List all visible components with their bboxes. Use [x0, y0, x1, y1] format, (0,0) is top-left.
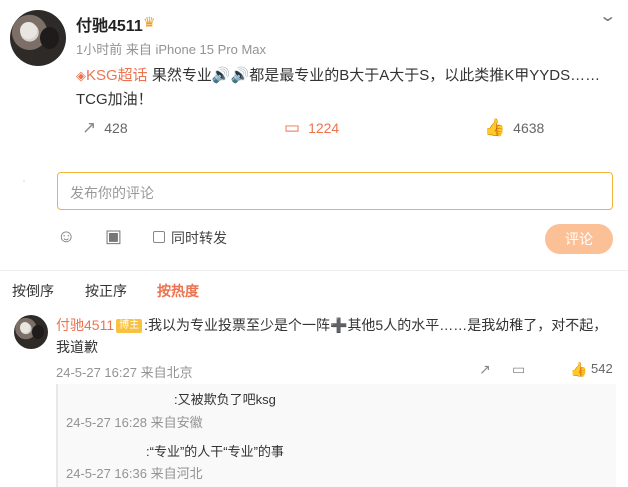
reply-list: :又被欺负了吧ksg 24-5-27 16:28 来自安徽 :“专业”的人干“专… — [56, 384, 616, 487]
reply-source: 来自安徽 — [150, 415, 203, 430]
repost-count: 428 — [104, 120, 128, 136]
author-name[interactable]: 付驰4511 — [76, 12, 143, 36]
decorative-dot: · — [22, 173, 26, 187]
post-meta: 1小时前 来自 iPhone 15 Pro Max — [76, 39, 266, 58]
reply-meta: 24-5-27 16:28 来自安徽 — [66, 412, 203, 431]
commenter-avatar[interactable] — [14, 315, 48, 349]
post-source: 来自 iPhone 15 Pro Max — [125, 42, 267, 57]
composer-tools: ☺ ▣ 同时转发 评论 — [57, 224, 613, 254]
comment-meta: 24-5-27 16:27 来自北京 — [56, 362, 193, 381]
sort-order-tab[interactable]: 按正序 — [85, 281, 127, 301]
share-icon[interactable]: ↗ — [479, 361, 491, 378]
topic-link[interactable]: KSG超话 — [86, 67, 148, 84]
reply-icon[interactable]: ▭ — [512, 361, 525, 378]
reply-text: :又被欺负了吧ksg — [174, 392, 276, 407]
comment-time: 24-5-27 16:27 — [56, 365, 137, 380]
reply-time: 24-5-27 16:36 — [66, 466, 147, 481]
reply-meta: 24-5-27 16:36 来自河北 — [66, 463, 203, 482]
chevron-down-icon[interactable]: ⌄ — [598, 6, 617, 26]
like-icon: 👍 — [484, 118, 506, 137]
commenter-name[interactable]: 付驰4511 — [56, 317, 114, 333]
repost-icon: ↗ — [82, 118, 97, 137]
comment-button[interactable]: ▭ 1224 — [284, 118, 339, 138]
divider — [0, 270, 628, 271]
comment-source: 来自北京 — [140, 365, 193, 380]
image-icon[interactable]: ▣ — [105, 226, 122, 247]
comment-icon: ▭ — [284, 118, 301, 137]
repost-button[interactable]: ↗ 428 — [82, 118, 128, 138]
comment-text-a: :我以为专业投票至少是个一阵 — [144, 317, 330, 333]
like-count: 4638 — [513, 120, 545, 136]
comment-text: 付驰4511 博主:我以为专业投票至少是个一阵➕其他5人的水平……是我幼稚了，对不… — [56, 314, 616, 358]
post-actions: ↗ 428 ▭ 1224 👍 4638 — [76, 118, 616, 144]
comment-count: 1224 — [308, 120, 340, 136]
sort-hot-tab[interactable]: 按热度 — [157, 281, 199, 301]
comment-like-count: 542 — [591, 361, 613, 376]
post-text-line2: TCG加油！ — [76, 91, 153, 108]
reply-source: 来自河北 — [150, 466, 203, 481]
comment-input[interactable]: 发布你的评论 — [57, 172, 613, 210]
post-time[interactable]: 1小时前 — [76, 42, 122, 57]
author-badge: 博主 — [116, 319, 143, 333]
like-button[interactable]: 👍 4638 — [484, 118, 544, 138]
reply-text: :“专业”的人干“专业”的事 — [146, 444, 284, 459]
post-text-line1: 果然专业🔊🔊都是最专业的B大于A大于S，以此类推K甲YYDS…… — [147, 67, 601, 84]
sort-reverse-tab[interactable]: 按倒序 — [12, 281, 54, 301]
topic-icon: ◈ — [76, 68, 86, 83]
repost-checkbox[interactable] — [153, 231, 165, 243]
repost-checkbox-label: 同时转发 — [171, 230, 227, 246]
emoji-icon[interactable]: ☺ — [57, 226, 75, 247]
reply-time: 24-5-27 16:28 — [66, 415, 147, 430]
submit-comment-button[interactable]: 评论 — [545, 224, 613, 254]
post-content: ◈KSG超话 果然专业🔊🔊都是最专业的B大于A大于S，以此类推K甲YYDS…… … — [76, 64, 616, 112]
author-avatar[interactable] — [10, 10, 66, 66]
plus-icon: ➕ — [330, 317, 348, 333]
crown-icon: ♛ — [143, 14, 156, 30]
comment-like-icon[interactable]: 👍 — [570, 361, 587, 378]
weibo-post: 付驰4511 ♛ 1小时前 来自 iPhone 15 Pro Max ⌄ ◈KS… — [0, 0, 628, 270]
